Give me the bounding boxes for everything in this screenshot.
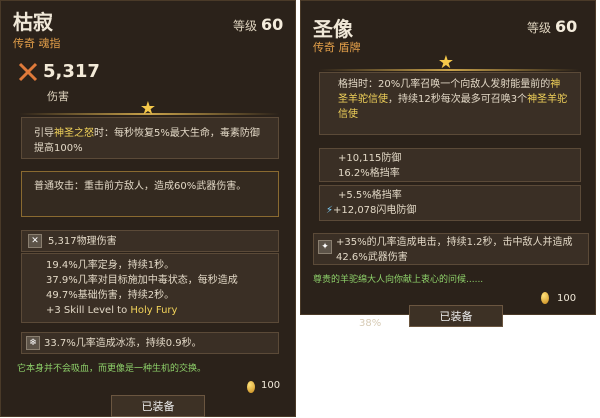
- phys-damage-row: ✕ 5,317物理伤害: [21, 230, 279, 252]
- shock-icon: ✦: [318, 240, 332, 254]
- equipped-button[interactable]: 已装备: [409, 305, 503, 327]
- weapon-icon: ✕: [28, 234, 42, 248]
- level-label: 等级: [233, 19, 258, 33]
- shock-text: +35%的几率造成电击，持续1.2秒，击中敌人并造成42.6%武器伤害: [336, 237, 573, 263]
- flavor-text: 它本身并不会吸血，而更像是一种生机的交换。: [17, 364, 207, 374]
- basic-attack-panel: 普通攻击：重击前方敌人，造成60%武器伤害。: [21, 171, 279, 217]
- item-tooltip-left: 枯寂 传奇 魂指 等级 60 5,317 伤害 ★ 引导神圣之怒时：每秒恢复5%最…: [0, 0, 296, 417]
- block-mid: ，持续12秒每次最多可召唤3个: [388, 94, 528, 105]
- stat-line-1: 19.4%几率定身，持续1秒。: [46, 260, 175, 271]
- item-subtitle: 传奇 魂指: [13, 37, 61, 50]
- item-title: 圣像: [313, 17, 353, 41]
- item-level: 等级 60: [233, 15, 283, 34]
- ice-icon: ❄: [26, 336, 40, 350]
- legendary-effect-panel: 引导神圣之怒时：每秒恢复5%最大生命，毒素防御提高100%: [21, 117, 279, 159]
- price: 100: [557, 293, 577, 304]
- legendary-star-icon: ★: [139, 98, 157, 119]
- level-label: 等级: [527, 21, 552, 35]
- gold-coin-icon: [541, 292, 549, 304]
- block-effect-panel: 格挡时：20%几率召唤一个向敌人发射能量前的神圣羊驼信使，持续12秒每次最多可召…: [319, 72, 581, 135]
- percent-label: 38%: [359, 318, 382, 329]
- stat-line-2: 37.9%几率对目标施加中毒状态，每秒造成49.7%基础伤害，持续2秒。: [46, 275, 238, 301]
- price: 100: [261, 380, 281, 391]
- defense-panel: +10,115防御 16.2%格挡率: [319, 148, 581, 182]
- lightning-line: ⚡+12,078闪电防御: [326, 203, 566, 218]
- equipped-button[interactable]: 已装备: [111, 395, 205, 417]
- stats-panel: 19.4%几率定身，持续1秒。 37.9%几率对目标施加中毒状态，每秒造成49.…: [21, 253, 279, 323]
- item-subtitle: 传奇 盾牌: [313, 41, 361, 54]
- phys-damage: 5,317物理伤害: [48, 236, 117, 247]
- item-tooltip-right: 圣像 传奇 盾牌 等级 60 ★ 格挡时：20%几率召唤一个向敌人发射能量前的神圣…: [300, 0, 596, 329]
- freeze-text: 33.7%几率造成冰冻，持续0.9秒。: [44, 338, 202, 349]
- block-pre: 格挡时：20%几率召唤一个向敌人发射能量前的: [338, 79, 551, 90]
- block-stats-panel: +5.5%格挡率 ⚡+12,078闪电防御: [319, 185, 581, 221]
- item-level: 等级 60: [527, 17, 577, 36]
- flavor-text: 尊贵的羊驼绵大人向你献上衷心的问候......: [313, 275, 484, 285]
- level-value: 60: [555, 17, 578, 36]
- defense-line-3: +5.5%格挡率: [338, 190, 402, 201]
- damage-value: 5,317: [43, 61, 100, 82]
- basic-attack-text: 普通攻击：重击前方敌人，造成60%武器伤害。: [34, 181, 247, 192]
- skill-name: Holy Fury: [130, 305, 178, 316]
- legendary-pre: 引导: [34, 128, 54, 139]
- skill-line: +3 Skill Level to Holy Fury: [46, 303, 266, 318]
- defense-line-4: +12,078闪电防御: [333, 205, 417, 216]
- legendary-star-icon: ★: [437, 52, 455, 73]
- shock-row: ✦ +35%的几率造成电击，持续1.2秒，击中敌人并造成42.6%武器伤害: [313, 233, 589, 265]
- skill-prefix: +3 Skill Level to: [46, 305, 131, 316]
- damage-label: 伤害: [47, 90, 69, 103]
- crossed-swords-icon: [17, 61, 39, 83]
- legendary-name: 神圣之怒: [54, 128, 94, 139]
- level-value: 60: [261, 15, 284, 34]
- defense-line-2: 16.2%格挡率: [338, 168, 400, 179]
- freeze-row: ❄ 33.7%几率造成冰冻，持续0.9秒。: [21, 332, 279, 354]
- gold-coin-icon: [247, 381, 255, 393]
- lightning-icon: ⚡: [326, 205, 334, 216]
- item-title: 枯寂: [13, 10, 53, 34]
- defense-line-1: +10,115防御: [338, 153, 402, 164]
